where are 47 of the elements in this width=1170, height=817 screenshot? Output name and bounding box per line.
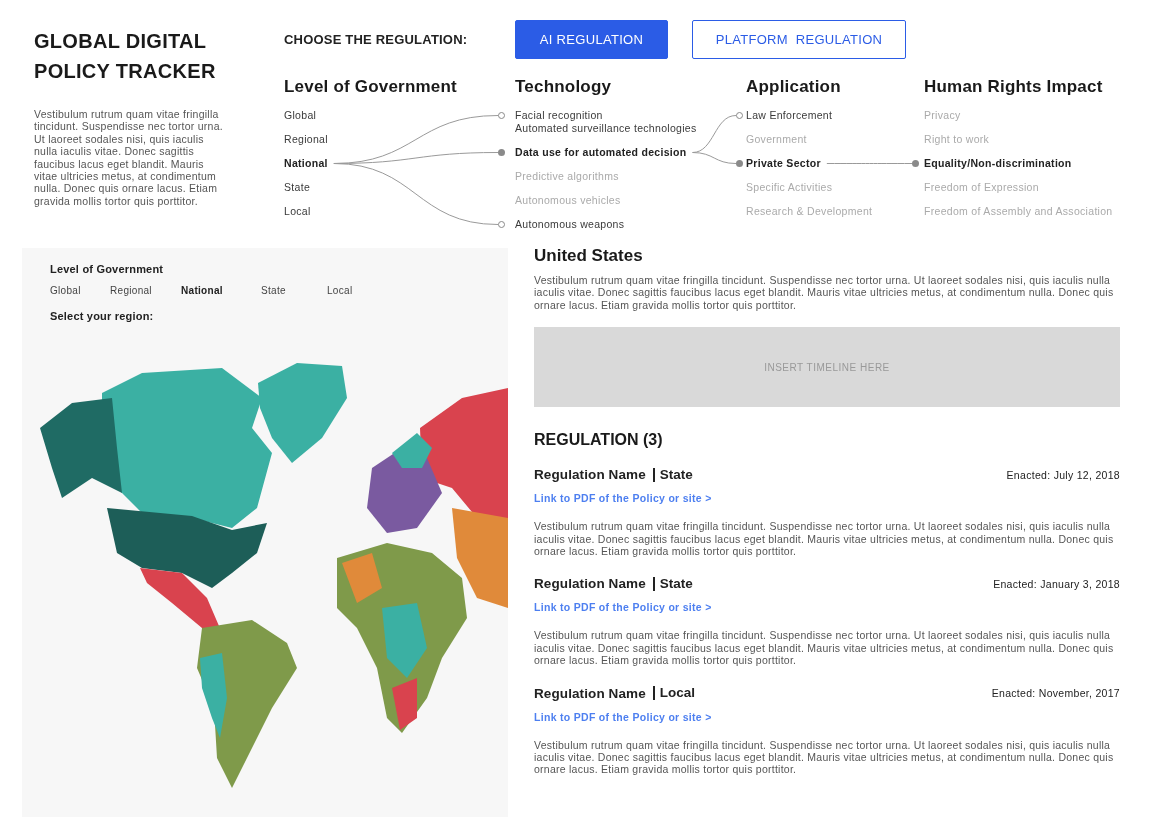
country-description: Vestibulum rutrum quam vitae fringilla tincidunt. Suspendisse nec tortor urna. Ut laoreet sodales nisi, quis iaculis nulla iaculis vitae. Donec sagittis faucibus lacus eget blandit. Mauris vitae ultricies metus, at condimentum nulla. Donec quis ornare lacus. Etiam gravida mollis tortor quis porttitor. (534, 274, 1115, 312)
enacted-date: Enacted: July 12, 2018 (1006, 468, 1120, 481)
filter-option[interactable]: Global (284, 109, 317, 122)
level-tab[interactable]: Regional (110, 285, 181, 296)
intro-paragraph: Vestibulum rutrum quam vitae fringilla tincidunt. Suspendisse nec tortor urna. Ut laoreet sodales nisi, quis iaculis nulla iaculis vitae. Donec sagittis faucibus lacus eget blandit. Mauris vitae ultricies metus, at condimentum nulla. Donec quis ornare lacus. Etiam gravida mollis tortor quis porttitor. (34, 108, 224, 208)
regulation-level: State (652, 467, 693, 482)
regulation-description: Vestibulum rutrum quam vitae fringilla tincidunt. Suspendisse nec tortor urna. Ut laoreet sodales nisi, quis iaculis nulla iaculis vitae. Donec sagittis faucibus lacus eget blandit. Mauris vitae ultricies metus, at condimentum nulla. Donec quis ornare lacus. Etiam gravida mollis tortor quis porttitor. (534, 520, 1115, 558)
filter-column-heading: Application (746, 77, 842, 97)
page-title: GLOBAL DIGITAL (34, 29, 208, 54)
regulation-level: Local (652, 686, 696, 701)
regulation-description: Vestibulum rutrum quam vitae fringilla tincidunt. Suspendisse nec tortor urna. Ut laoreet sodales nisi, quis iaculis nulla iaculis vitae. Donec sagittis faucibus lacus eget blandit. Mauris vitae ultricies metus, at condimentum nulla. Donec quis ornare lacus. Etiam gravida mollis tortor quis porttitor. (534, 738, 1115, 776)
regulation-description: Vestibulum rutrum quam vitae fringilla tincidunt. Suspendisse nec tortor urna. Ut laoreet sodales nisi, quis iaculis nulla iaculis vitae. Donec sagittis faucibus lacus eget blandit. Mauris vitae ultricies metus, at condimentum nulla. Donec quis ornare lacus. Etiam gravida mollis tortor quis porttitor. (534, 629, 1115, 667)
filter-option[interactable]: Equality/Non-discrimination (924, 157, 1072, 170)
country-title: United States (534, 246, 644, 266)
policy-link[interactable]: Link to PDF of the Policy or site > (534, 710, 712, 723)
regulations-heading: REGULATION (3) (534, 430, 664, 451)
policy-link[interactable]: Link to PDF of the Policy or site > (534, 601, 712, 614)
policy-link[interactable]: Link to PDF of the Policy or site > (534, 492, 712, 505)
filter-option[interactable]: Local (284, 205, 311, 218)
regulation-chooser-label: CHOOSE THE REGULATION: (284, 32, 469, 47)
regulation-name: Regulation Name (534, 685, 646, 701)
regulation-button[interactable]: PLATFORM REGULATION (692, 20, 906, 59)
level-tab[interactable]: Global (50, 285, 110, 296)
region-prompt: Select your region: (50, 310, 155, 322)
filter-option[interactable]: Law Enforcement (746, 109, 833, 122)
filter-column-heading: Human Rights Impact (924, 77, 1104, 97)
filter-column-heading: Technology (515, 77, 613, 97)
filter-option[interactable]: State (284, 181, 311, 194)
level-tab[interactable]: National (181, 285, 261, 296)
filter-option[interactable]: Facial recognition Automated surveillance technologies (515, 109, 697, 135)
filter-option[interactable]: Regional (284, 133, 328, 146)
panel-heading: Level of Government (50, 263, 165, 275)
regulation-name: Regulation Name (534, 467, 646, 483)
regulation-level: State (652, 576, 693, 591)
regulation-name: Regulation Name (534, 576, 646, 592)
enacted-date: Enacted: January 3, 2018 (993, 577, 1120, 590)
filter-option[interactable]: Data use for automated decision (515, 146, 687, 159)
filter-option[interactable]: Autonomous weapons (515, 218, 625, 231)
timeline-placeholder-text: INSERT TIMELINE HERE (764, 361, 890, 373)
level-tab[interactable]: State (261, 285, 327, 296)
enacted-date: Enacted: November, 2017 (991, 687, 1120, 700)
regulation-button[interactable]: AI REGULATION (515, 20, 668, 59)
level-tab[interactable]: Local (327, 285, 387, 296)
filter-column-heading: Level of Government (284, 77, 458, 97)
filter-option[interactable]: Private Sector (746, 157, 821, 170)
filter-option[interactable]: National (284, 157, 328, 170)
page-title: POLICY TRACKER (34, 59, 217, 84)
